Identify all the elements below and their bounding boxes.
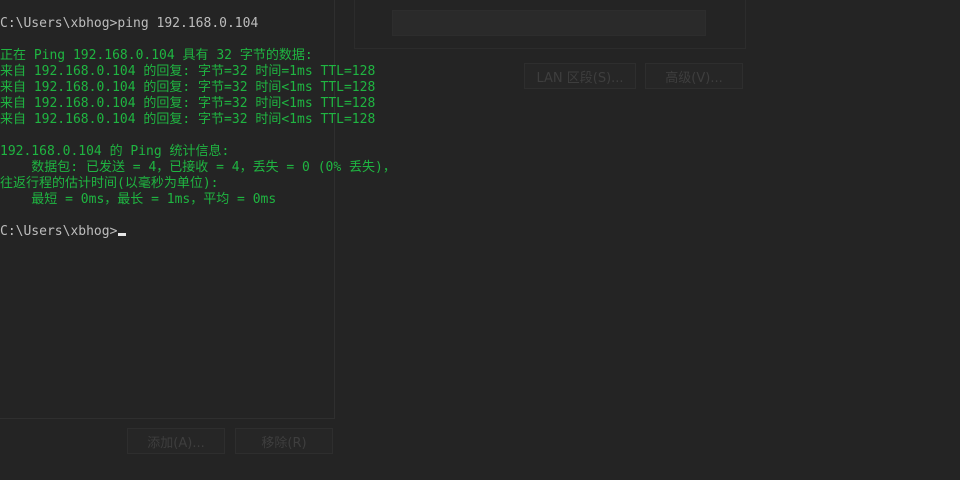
rtt-header: 往返行程的估计时间(以毫秒为单位): bbox=[0, 176, 219, 191]
reply-line: 来自 192.168.0.104 的回复: 字节=32 时间=1ms TTL=1… bbox=[0, 64, 376, 79]
ping-header: 正在 Ping 192.168.0.104 具有 32 字节的数据: bbox=[0, 48, 313, 63]
current-prompt: C:\Users\xbhog> bbox=[0, 224, 118, 239]
reply-line: 来自 192.168.0.104 的回复: 字节=32 时间<1ms TTL=1… bbox=[0, 80, 376, 95]
reply-line: 来自 192.168.0.104 的回复: 字节=32 时间<1ms TTL=1… bbox=[0, 112, 376, 127]
rtt-values: 最短 = 0ms，最长 = 1ms，平均 = 0ms bbox=[0, 192, 277, 207]
reply-line: 来自 192.168.0.104 的回复: 字节=32 时间<1ms TTL=1… bbox=[0, 96, 376, 111]
current-prompt-line[interactable]: C:\Users\xbhog> bbox=[0, 224, 960, 240]
add-button[interactable]: 添加(A)... bbox=[127, 428, 225, 454]
stats-packets: 数据包: 已发送 = 4，已接收 = 4，丢失 = 0 (0% 丢失)， bbox=[0, 160, 396, 175]
stats-header: 192.168.0.104 的 Ping 统计信息: bbox=[0, 144, 230, 159]
command-prompt-line: C:\Users\xbhog>ping 192.168.0.104 bbox=[0, 16, 259, 31]
text-cursor bbox=[118, 233, 127, 236]
console-output: C:\Users\xbhog>ping 192.168.0.104 正在 Pin… bbox=[0, 16, 960, 240]
remove-button[interactable]: 移除(R) bbox=[235, 428, 333, 454]
